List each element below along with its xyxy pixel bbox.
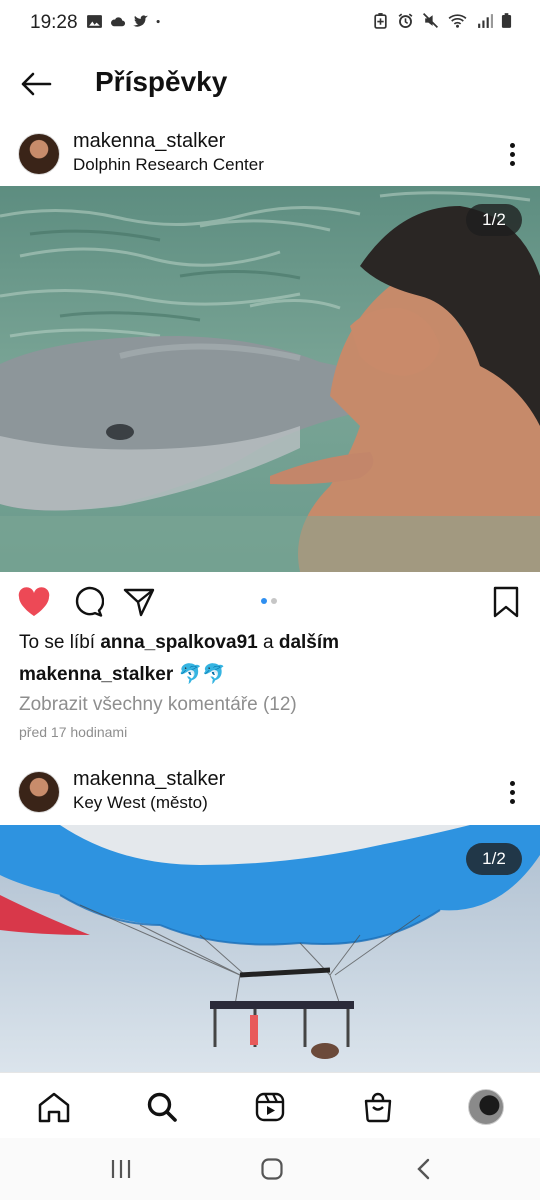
post-header: makenna_stalker Key West (město) bbox=[0, 766, 540, 824]
likes-summary: To se líbí anna_spalkova91 a dalším bbox=[19, 632, 339, 654]
post-image[interactable]: 1/2 bbox=[0, 186, 540, 572]
post-actions bbox=[0, 580, 540, 624]
back-system-button[interactable] bbox=[404, 1154, 444, 1184]
nav-home-button[interactable] bbox=[34, 1087, 74, 1127]
view-comments-link[interactable]: Zobrazit všechny komentáře (12) bbox=[19, 694, 297, 716]
post-image[interactable]: 1/2 bbox=[0, 825, 540, 1072]
post-location[interactable]: Key West (město) bbox=[73, 793, 208, 813]
nav-search-button[interactable] bbox=[142, 1087, 182, 1127]
status-time: 19:28 bbox=[30, 12, 78, 33]
dot-icon bbox=[156, 19, 160, 24]
share-button[interactable] bbox=[121, 584, 157, 620]
status-right-icons bbox=[372, 12, 512, 29]
home-system-button[interactable] bbox=[252, 1154, 292, 1184]
comment-icon bbox=[75, 586, 104, 617]
alarm-icon bbox=[398, 13, 413, 28]
image-icon bbox=[87, 15, 102, 28]
arrow-left-icon bbox=[21, 72, 52, 96]
system-nav-bar bbox=[0, 1138, 540, 1200]
profile-avatar bbox=[468, 1089, 504, 1125]
signal-icon bbox=[478, 14, 493, 28]
battery-saver-icon bbox=[374, 13, 387, 29]
back-button[interactable] bbox=[14, 64, 58, 104]
post-caption: makenna_stalker 🐬🐬 bbox=[19, 662, 226, 686]
page-title: Příspěvky bbox=[95, 66, 228, 97]
mute-icon bbox=[422, 12, 439, 29]
likes-connector: a bbox=[262, 632, 274, 653]
post-header: makenna_stalker Dolphin Research Center bbox=[0, 128, 540, 186]
wifi-icon bbox=[448, 14, 467, 28]
home-circle-icon bbox=[261, 1158, 283, 1180]
app-header: Příspěvky bbox=[0, 52, 540, 114]
bottom-nav bbox=[0, 1072, 540, 1139]
more-options-button[interactable] bbox=[498, 136, 526, 172]
recent-apps-icon bbox=[111, 1160, 131, 1178]
home-icon bbox=[38, 1092, 70, 1123]
image-counter-badge: 1/2 bbox=[466, 204, 522, 236]
battery-icon bbox=[501, 13, 512, 28]
avatar[interactable] bbox=[18, 771, 60, 813]
twitter-icon bbox=[133, 15, 148, 27]
like-button[interactable] bbox=[16, 584, 52, 620]
carousel-indicator bbox=[261, 598, 277, 604]
image-counter-badge: 1/2 bbox=[466, 843, 522, 875]
cloud-icon bbox=[111, 17, 126, 27]
heart-icon bbox=[18, 587, 50, 616]
nav-reels-button[interactable] bbox=[250, 1087, 290, 1127]
post-username[interactable]: makenna_stalker bbox=[73, 130, 225, 153]
bookmark-icon bbox=[493, 586, 519, 618]
nav-shop-button[interactable] bbox=[358, 1087, 398, 1127]
avatar[interactable] bbox=[18, 133, 60, 175]
parasail-photo bbox=[0, 825, 540, 1072]
comment-button[interactable] bbox=[70, 584, 106, 620]
shop-icon bbox=[364, 1092, 392, 1123]
send-icon bbox=[123, 588, 155, 617]
caption-username[interactable]: makenna_stalker bbox=[19, 664, 173, 685]
post-timestamp: před 17 hodinami bbox=[19, 724, 128, 740]
liker-username[interactable]: anna_spalkova91 bbox=[100, 632, 257, 653]
status-bar: 19:28 bbox=[0, 0, 540, 46]
chevron-left-icon bbox=[417, 1158, 430, 1180]
recent-apps-button[interactable] bbox=[101, 1154, 141, 1184]
dolphin-photo bbox=[0, 186, 540, 572]
caption-text: 🐬🐬 bbox=[178, 664, 226, 685]
likes-others-link[interactable]: dalším bbox=[279, 632, 339, 653]
post-location[interactable]: Dolphin Research Center bbox=[73, 155, 264, 175]
post-username[interactable]: makenna_stalker bbox=[73, 768, 225, 791]
save-button[interactable] bbox=[488, 584, 524, 620]
more-options-button[interactable] bbox=[498, 774, 526, 810]
nav-profile-button[interactable] bbox=[466, 1087, 506, 1127]
search-icon bbox=[147, 1092, 177, 1122]
status-left-icons bbox=[86, 13, 165, 30]
carousel-dot-active bbox=[261, 598, 267, 604]
carousel-dot bbox=[271, 598, 277, 604]
reels-icon bbox=[255, 1092, 285, 1122]
likes-prefix: To se líbí bbox=[19, 632, 96, 653]
